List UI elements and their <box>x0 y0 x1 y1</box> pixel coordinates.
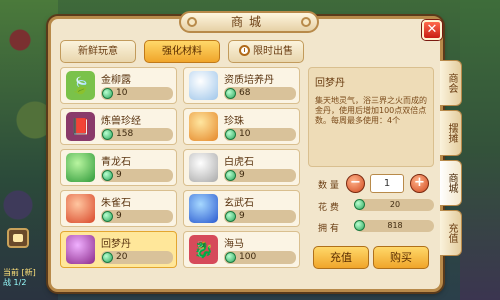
item-price: 100 <box>224 251 296 264</box>
item-zhenzhu[interactable]: 珍珠 10 <box>183 108 300 145</box>
item-huimeng-dan[interactable]: 回梦丹 20 <box>60 231 177 268</box>
side-tab-recharge[interactable]: 充值 <box>440 210 462 256</box>
quantity-minus-button[interactable]: − <box>346 174 365 193</box>
gem-currency-icon <box>225 88 236 99</box>
cost-label: 花 费 <box>318 203 339 213</box>
page-title: 商城 <box>230 15 267 29</box>
tab-enhance-materials[interactable]: 强化材料 <box>144 40 220 63</box>
gem-currency-icon <box>102 88 113 99</box>
battle-text: 战 1/2 <box>3 278 27 287</box>
green-dew-icon: 🍃 <box>66 71 95 100</box>
phoenix-stone-icon <box>66 194 95 223</box>
owned-value: 818 <box>354 220 434 232</box>
tab-new-items[interactable]: 新鲜玩意 <box>60 40 136 63</box>
clock-icon <box>239 45 250 56</box>
item-haima[interactable]: 🐉 海马 100 <box>183 231 300 268</box>
game-scene-right <box>460 0 500 300</box>
chat-icon[interactable] <box>7 228 29 248</box>
recharge-button[interactable]: 充值 <box>313 246 369 269</box>
buy-button[interactable]: 购买 <box>373 246 429 269</box>
gem-currency-icon <box>225 211 236 222</box>
crystal-orb-icon <box>189 71 218 100</box>
gem-currency-icon <box>102 170 113 181</box>
item-price: 68 <box>224 87 296 100</box>
item-xuanwu-shi[interactable]: 玄武石 9 <box>183 190 300 227</box>
gem-currency-icon <box>102 252 113 263</box>
side-tab-mall[interactable]: 商城 <box>440 160 462 206</box>
gem-currency-icon <box>225 252 236 263</box>
tortoise-stone-icon <box>189 194 218 223</box>
item-price: 9 <box>224 210 296 223</box>
quantity-label: 数 量 <box>318 181 339 191</box>
cost-value: 20 <box>354 199 434 211</box>
book-icon: 📕 <box>66 112 95 141</box>
item-baihu-shi[interactable]: 白虎石 9 <box>183 149 300 186</box>
dream-pill-icon <box>66 235 95 264</box>
detail-description: 集天地灵气，浴三界之火而成的金丹，使用后增加100点双倍点数。每周最多使用：4个 <box>315 96 427 125</box>
gem-currency-icon <box>354 199 365 210</box>
gem-currency-icon <box>102 129 113 140</box>
item-price: 9 <box>101 169 173 182</box>
item-zhuque-shi[interactable]: 朱雀石 9 <box>60 190 177 227</box>
item-jinliulu[interactable]: 🍃 金柳露 10 <box>60 67 177 104</box>
item-price: 158 <box>101 128 173 141</box>
item-detail-pane: 回梦丹 集天地灵气，浴三界之火而成的金丹，使用后增加100点双倍点数。每周最多使… <box>308 67 434 167</box>
item-price: 9 <box>101 210 173 223</box>
gem-currency-icon <box>102 211 113 222</box>
shop-title-bar: 商城 <box>179 11 319 33</box>
item-qinglong-shi[interactable]: 青龙石 9 <box>60 149 177 186</box>
item-price: 10 <box>224 128 296 141</box>
item-zizhi-dan[interactable]: 资质培养丹 68 <box>183 67 300 104</box>
item-price: 10 <box>101 87 173 100</box>
gem-currency-icon <box>354 220 365 231</box>
pearl-icon <box>189 112 218 141</box>
item-lianshou-zhenjing[interactable]: 📕 炼兽珍经 158 <box>60 108 177 145</box>
quantity-input[interactable]: 1 <box>370 174 404 193</box>
detail-item-name: 回梦丹 <box>315 78 345 89</box>
dragon-stone-icon <box>66 153 95 182</box>
owned-label: 拥 有 <box>318 224 339 234</box>
quantity-plus-button[interactable]: + <box>410 174 429 193</box>
tiger-stone-icon <box>189 153 218 182</box>
item-price: 9 <box>224 169 296 182</box>
title-ornament-icon <box>301 17 311 27</box>
close-button[interactable]: ✕ <box>422 20 442 40</box>
side-tab-stall[interactable]: 摆摊 <box>440 110 462 156</box>
title-ornament-icon <box>187 17 197 27</box>
close-icon: ✕ <box>426 22 438 37</box>
gem-currency-icon <box>225 129 236 140</box>
seahorse-icon: 🐉 <box>189 235 218 264</box>
side-tab-guild-shop[interactable]: 商会 <box>440 60 462 106</box>
gem-currency-icon <box>225 170 236 181</box>
tab-limited-sale[interactable]: 限时出售 <box>228 40 304 63</box>
item-price: 20 <box>101 251 173 264</box>
